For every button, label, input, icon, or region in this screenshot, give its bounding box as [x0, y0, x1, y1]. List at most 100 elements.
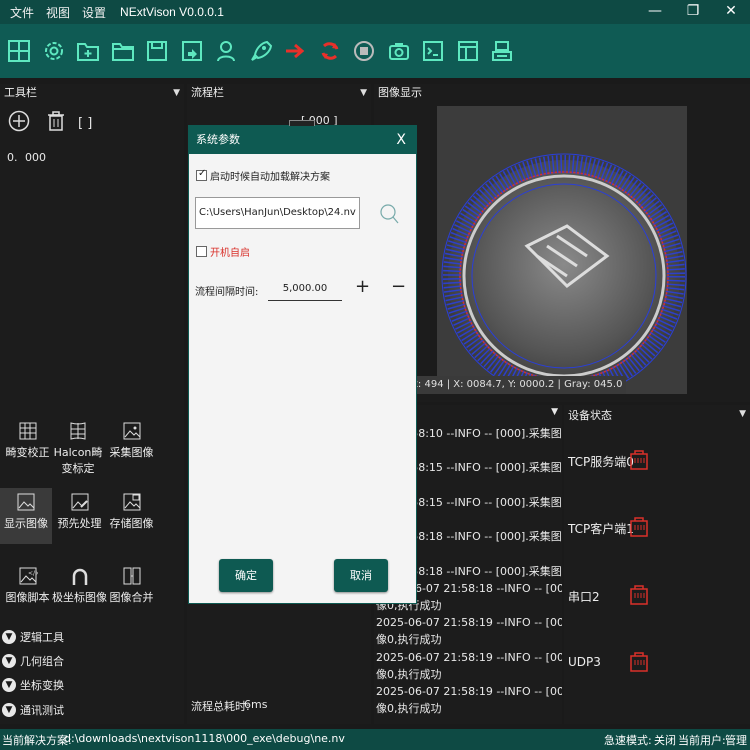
device-label: TCP服务端0: [568, 455, 634, 469]
stop-icon[interactable]: [347, 34, 381, 68]
open-folder-icon[interactable]: [106, 34, 140, 68]
pixel-readout: t: 494 | X: 0084.7, Y: 0000.2 | Gray: 04…: [410, 376, 627, 394]
group-geometry-combo[interactable]: ▼ 几何组合: [2, 650, 64, 672]
increment-button[interactable]: +: [355, 276, 370, 297]
group-logic-tools[interactable]: ▼ 逻辑工具: [2, 626, 64, 648]
save-as-icon[interactable]: [175, 34, 209, 68]
tool-label: 预先处理: [57, 517, 102, 530]
tool-distortion-correction[interactable]: 畸变校正: [0, 417, 55, 481]
chevron-down-icon: ▼: [2, 654, 16, 668]
gear-icon[interactable]: [37, 34, 71, 68]
chevron-down-icon: ▼: [2, 678, 16, 692]
grid-icon[interactable]: [2, 34, 36, 68]
terminal-icon[interactable]: [416, 34, 450, 68]
panel-dropdown-icon[interactable]: ▼: [551, 407, 558, 417]
menu-view[interactable]: 视图: [40, 4, 76, 21]
autostart-label: 开机自启: [210, 248, 250, 259]
title-bar: 文件 视图 设置 NExtVison V0.0.0.1 — ❐ ✕: [0, 0, 750, 24]
menu-file[interactable]: 文件: [4, 4, 40, 21]
group-label: 几何组合: [20, 655, 64, 668]
tool-image-script[interactable]: </> 图像脚本: [0, 562, 55, 626]
group-communication-test[interactable]: ▼ 通讯测试: [2, 699, 64, 721]
log-line: 2025-06-07 21:58:19 --INFO -- [000].采集图: [376, 650, 562, 664]
tool-preprocess[interactable]: 预先处理: [52, 488, 107, 552]
device-serial[interactable]: 串口2: [568, 588, 600, 605]
window-title: NExtVison V0.0.0.1: [120, 5, 224, 19]
rocket-icon[interactable]: [244, 34, 278, 68]
tools-panel-header: 工具栏 ▼: [0, 84, 184, 102]
interval-input[interactable]: 5,000.00: [268, 277, 342, 301]
menu-settings[interactable]: 设置: [76, 4, 112, 21]
autoload-label: 启动时候自动加载解决方案: [210, 172, 330, 183]
ethernet-port-icon: [628, 515, 650, 542]
image-canvas[interactable]: [437, 106, 687, 394]
image-icon: [0, 488, 52, 516]
ethernet-port-icon: [628, 583, 650, 610]
image-panel-title: 图像显示: [378, 86, 422, 99]
cancel-button[interactable]: 取消: [334, 559, 388, 592]
checkmark-icon: ✓: [198, 168, 207, 179]
panel-dropdown-icon[interactable]: ▼: [739, 405, 746, 423]
autoload-checkbox[interactable]: ✓: [196, 168, 207, 181]
device-label: 串口2: [568, 590, 600, 604]
minimize-button[interactable]: —: [636, 0, 674, 24]
tool-image-merge[interactable]: 图像合并: [104, 562, 159, 626]
autostart-checkbox[interactable]: [196, 246, 207, 257]
new-folder-icon[interactable]: [71, 34, 105, 68]
dialog-header: 系统参数 X: [189, 126, 416, 154]
solution-path: d:\downloads\nextvison1118\000_exe\debug…: [64, 732, 345, 745]
tool-label: 畸变校正: [5, 446, 50, 459]
user-label: 当前用户:: [678, 734, 726, 747]
user-icon[interactable]: [209, 34, 243, 68]
device-panel-title: 设备状态: [568, 409, 612, 422]
close-window-button[interactable]: ✕: [712, 0, 750, 24]
flow-panel-title: 流程栏: [191, 86, 224, 99]
layout-icon[interactable]: [451, 34, 485, 68]
image-save-icon: [104, 488, 159, 516]
tool-label: Halcon畸变标定: [53, 446, 103, 475]
device-label: TCP客户端1: [568, 522, 634, 536]
device-tcp-server[interactable]: TCP服务端0: [568, 453, 634, 470]
tool-display-image[interactable]: 显示图像: [0, 488, 52, 544]
tool-label: 极坐标图像: [52, 591, 107, 604]
tool-label: 显示图像: [4, 517, 48, 530]
interval-label: 流程间隔时间:: [195, 287, 259, 298]
log-line: 像0,执行成功: [376, 702, 442, 716]
solution-path-field[interactable]: C:\Users\HanJun\Desktop\24.nv: [195, 197, 360, 229]
dialog-close-button[interactable]: X: [396, 126, 406, 154]
solution-path-value: C:\Users\HanJun\Desktop\24.nv: [199, 207, 356, 218]
decrement-button[interactable]: −: [391, 276, 406, 297]
panel-dropdown-icon[interactable]: ▼: [173, 84, 180, 102]
autoload-option[interactable]: ✓ 启动时候自动加载解决方案: [196, 168, 330, 183]
dialog-title: 系统参数: [196, 133, 240, 146]
network-icon[interactable]: [485, 34, 519, 68]
tool-label: 存储图像: [109, 517, 154, 530]
device-udp[interactable]: UDP3: [568, 655, 601, 669]
trash-icon[interactable]: [46, 110, 66, 135]
interval-value: 5,000.00: [282, 283, 328, 294]
ethernet-port-icon: [628, 448, 650, 475]
autostart-option[interactable]: 开机自启: [196, 244, 250, 259]
tool-save-image[interactable]: 存储图像: [104, 488, 159, 552]
ethernet-port-icon: [628, 650, 650, 677]
image-edit-icon: [52, 488, 107, 516]
add-icon[interactable]: [8, 110, 30, 135]
maximize-button[interactable]: ❐: [674, 0, 712, 24]
tool-acquire-image[interactable]: 采集图像: [104, 417, 159, 481]
group-coordinate-transform[interactable]: ▼ 坐标变换: [2, 674, 64, 696]
tool-label: 图像脚本: [5, 591, 50, 604]
fast-mode-label: 急速模式:: [604, 734, 652, 747]
panel-dropdown-icon[interactable]: ▼: [360, 84, 367, 102]
save-icon[interactable]: [140, 34, 174, 68]
search-icon[interactable]: [379, 202, 401, 229]
tool-polar-image[interactable]: 极坐标图像: [52, 562, 107, 626]
run-once-icon[interactable]: [278, 34, 312, 68]
tool-label: 图像合并: [109, 591, 154, 604]
fast-mode-value[interactable]: 关闭: [654, 732, 676, 748]
tool-halcon-calibration[interactable]: Halcon畸变标定: [52, 417, 104, 481]
ok-button[interactable]: 确定: [219, 559, 273, 592]
device-tcp-client[interactable]: TCP客户端1: [568, 520, 634, 537]
menu-bar: 文件 视图 设置: [0, 4, 112, 21]
run-loop-icon[interactable]: [313, 34, 347, 68]
camera-icon[interactable]: [382, 34, 416, 68]
